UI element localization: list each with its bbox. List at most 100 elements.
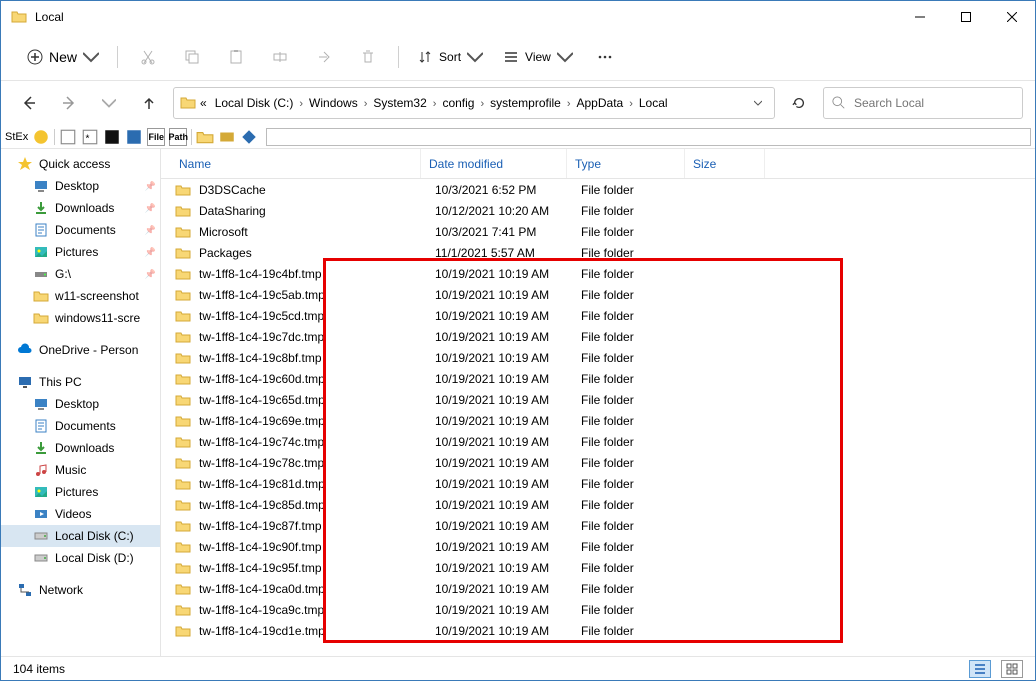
stex-icon-path[interactable]: Path bbox=[169, 128, 187, 146]
file-row[interactable]: tw-1ff8-1c4-19cd1e.tmp10/19/2021 10:19 A… bbox=[161, 620, 1035, 641]
minimize-button[interactable] bbox=[897, 1, 943, 33]
file-row[interactable]: tw-1ff8-1c4-19c95f.tmp10/19/2021 10:19 A… bbox=[161, 557, 1035, 578]
delete-button[interactable] bbox=[348, 39, 388, 75]
details-view-button[interactable] bbox=[969, 660, 991, 678]
file-date: 10/19/2021 10:19 AM bbox=[435, 372, 581, 386]
sidebar-quick-access[interactable]: Quick access bbox=[1, 153, 160, 175]
sort-button[interactable]: Sort bbox=[409, 39, 491, 75]
share-button[interactable] bbox=[304, 39, 344, 75]
thumbnails-view-button[interactable] bbox=[1001, 660, 1023, 678]
sidebar-item[interactable]: Music bbox=[1, 459, 160, 481]
view-button[interactable]: View bbox=[495, 39, 581, 75]
breadcrumb-overflow[interactable]: « bbox=[200, 96, 207, 110]
file-row[interactable]: tw-1ff8-1c4-19c65d.tmp10/19/2021 10:19 A… bbox=[161, 389, 1035, 410]
more-button[interactable] bbox=[585, 39, 625, 75]
chevron-right-icon: › bbox=[299, 98, 303, 110]
stex-icon-6[interactable] bbox=[196, 128, 214, 146]
file-row[interactable]: tw-1ff8-1c4-19ca0d.tmp10/19/2021 10:19 A… bbox=[161, 578, 1035, 599]
breadcrumb[interactable]: « Local Disk (C:)›Windows›System32›confi… bbox=[173, 87, 775, 119]
trash-icon bbox=[360, 49, 376, 65]
breadcrumb-part[interactable]: AppData bbox=[573, 96, 628, 110]
rename-button[interactable] bbox=[260, 39, 300, 75]
file-row[interactable]: tw-1ff8-1c4-19c69e.tmp10/19/2021 10:19 A… bbox=[161, 410, 1035, 431]
refresh-button[interactable] bbox=[783, 87, 815, 119]
sidebar-this-pc[interactable]: This PC bbox=[1, 371, 160, 393]
file-name: tw-1ff8-1c4-19c78c.tmp bbox=[199, 456, 435, 470]
breadcrumb-part[interactable]: systemprofile bbox=[486, 96, 565, 110]
sidebar-item[interactable]: w11-screenshot bbox=[1, 285, 160, 307]
file-row[interactable]: tw-1ff8-1c4-19c7dc.tmp10/19/2021 10:19 A… bbox=[161, 326, 1035, 347]
sidebar-item[interactable]: Desktop📌 bbox=[1, 175, 160, 197]
forward-button[interactable] bbox=[53, 87, 85, 119]
new-button[interactable]: New bbox=[19, 39, 107, 75]
file-type: File folder bbox=[581, 456, 699, 470]
status-bar: 104 items bbox=[1, 656, 1035, 680]
sidebar-item[interactable]: Videos bbox=[1, 503, 160, 525]
file-row[interactable]: tw-1ff8-1c4-19c74c.tmp10/19/2021 10:19 A… bbox=[161, 431, 1035, 452]
column-size[interactable]: Size bbox=[685, 149, 765, 178]
breadcrumb-part[interactable]: Local bbox=[635, 96, 672, 110]
cut-button[interactable] bbox=[128, 39, 168, 75]
file-row[interactable]: Microsoft10/3/2021 7:41 PMFile folder bbox=[161, 221, 1035, 242]
breadcrumb-part[interactable]: Windows bbox=[305, 96, 362, 110]
file-row[interactable]: Packages11/1/2021 5:57 AMFile folder bbox=[161, 242, 1035, 263]
file-list[interactable]: D3DSCache10/3/2021 6:52 PMFile folderDat… bbox=[161, 179, 1035, 656]
stex-address[interactable] bbox=[266, 128, 1031, 146]
stex-icon-7[interactable] bbox=[218, 128, 236, 146]
sidebar-item[interactable]: Pictures bbox=[1, 481, 160, 503]
breadcrumb-dropdown[interactable] bbox=[746, 99, 770, 107]
close-button[interactable] bbox=[989, 1, 1035, 33]
breadcrumb-part[interactable]: config bbox=[438, 96, 478, 110]
file-row[interactable]: tw-1ff8-1c4-19c4bf.tmp10/19/2021 10:19 A… bbox=[161, 263, 1035, 284]
titlebar[interactable]: Local bbox=[1, 1, 1035, 33]
stex-icon-1[interactable] bbox=[32, 128, 50, 146]
column-type[interactable]: Type bbox=[567, 149, 685, 178]
stex-icon-3[interactable]: * bbox=[81, 128, 99, 146]
sidebar-onedrive[interactable]: OneDrive - Person bbox=[1, 339, 160, 361]
sidebar[interactable]: Quick access Desktop📌Downloads📌Documents… bbox=[1, 149, 161, 656]
file-row[interactable]: tw-1ff8-1c4-19c8bf.tmp10/19/2021 10:19 A… bbox=[161, 347, 1035, 368]
stex-icon-5[interactable] bbox=[125, 128, 143, 146]
copy-button[interactable] bbox=[172, 39, 212, 75]
search-box[interactable] bbox=[823, 87, 1023, 119]
search-input[interactable] bbox=[854, 96, 1014, 110]
maximize-button[interactable] bbox=[943, 1, 989, 33]
column-date[interactable]: Date modified bbox=[421, 149, 567, 178]
file-row[interactable]: tw-1ff8-1c4-19ca9c.tmp10/19/2021 10:19 A… bbox=[161, 599, 1035, 620]
stex-icon-2[interactable] bbox=[59, 128, 77, 146]
file-row[interactable]: tw-1ff8-1c4-19c60d.tmp10/19/2021 10:19 A… bbox=[161, 368, 1035, 389]
file-row[interactable]: tw-1ff8-1c4-19c87f.tmp10/19/2021 10:19 A… bbox=[161, 515, 1035, 536]
breadcrumb-part[interactable]: System32 bbox=[369, 96, 430, 110]
sidebar-item[interactable]: Pictures📌 bbox=[1, 241, 160, 263]
sidebar-item[interactable]: Documents bbox=[1, 415, 160, 437]
stex-icon-8[interactable] bbox=[240, 128, 258, 146]
file-name: tw-1ff8-1c4-19c7dc.tmp bbox=[199, 330, 435, 344]
sidebar-item[interactable]: Local Disk (C:) bbox=[1, 525, 160, 547]
sidebar-item[interactable]: Desktop bbox=[1, 393, 160, 415]
up-button[interactable] bbox=[133, 87, 165, 119]
back-button[interactable] bbox=[13, 87, 45, 119]
recent-button[interactable] bbox=[93, 87, 125, 119]
sidebar-item[interactable]: Downloads bbox=[1, 437, 160, 459]
file-row[interactable]: tw-1ff8-1c4-19c90f.tmp10/19/2021 10:19 A… bbox=[161, 536, 1035, 557]
stex-icon-file[interactable]: File bbox=[147, 128, 165, 146]
sidebar-item[interactable]: windows11-scre bbox=[1, 307, 160, 329]
file-row[interactable]: tw-1ff8-1c4-19c85d.tmp10/19/2021 10:19 A… bbox=[161, 494, 1035, 515]
file-row[interactable]: tw-1ff8-1c4-19c5ab.tmp10/19/2021 10:19 A… bbox=[161, 284, 1035, 305]
sidebar-item[interactable]: Local Disk (D:) bbox=[1, 547, 160, 569]
file-row[interactable]: tw-1ff8-1c4-19c5cd.tmp10/19/2021 10:19 A… bbox=[161, 305, 1035, 326]
breadcrumb-part[interactable]: Local Disk (C:) bbox=[211, 96, 298, 110]
file-row[interactable]: tw-1ff8-1c4-19c81d.tmp10/19/2021 10:19 A… bbox=[161, 473, 1035, 494]
file-row[interactable]: tw-1ff8-1c4-19c78c.tmp10/19/2021 10:19 A… bbox=[161, 452, 1035, 473]
file-name: DataSharing bbox=[199, 204, 435, 218]
file-row[interactable]: DataSharing10/12/2021 10:20 AMFile folde… bbox=[161, 200, 1035, 221]
paste-button[interactable] bbox=[216, 39, 256, 75]
file-row[interactable]: D3DSCache10/3/2021 6:52 PMFile folder bbox=[161, 179, 1035, 200]
sidebar-item[interactable]: Downloads📌 bbox=[1, 197, 160, 219]
sidebar-network[interactable]: Network bbox=[1, 579, 160, 601]
sidebar-item[interactable]: Documents📌 bbox=[1, 219, 160, 241]
stex-icon-4[interactable] bbox=[103, 128, 121, 146]
sidebar-item[interactable]: G:\📌 bbox=[1, 263, 160, 285]
column-name[interactable]: Name bbox=[161, 149, 421, 178]
pic-icon bbox=[33, 244, 49, 260]
